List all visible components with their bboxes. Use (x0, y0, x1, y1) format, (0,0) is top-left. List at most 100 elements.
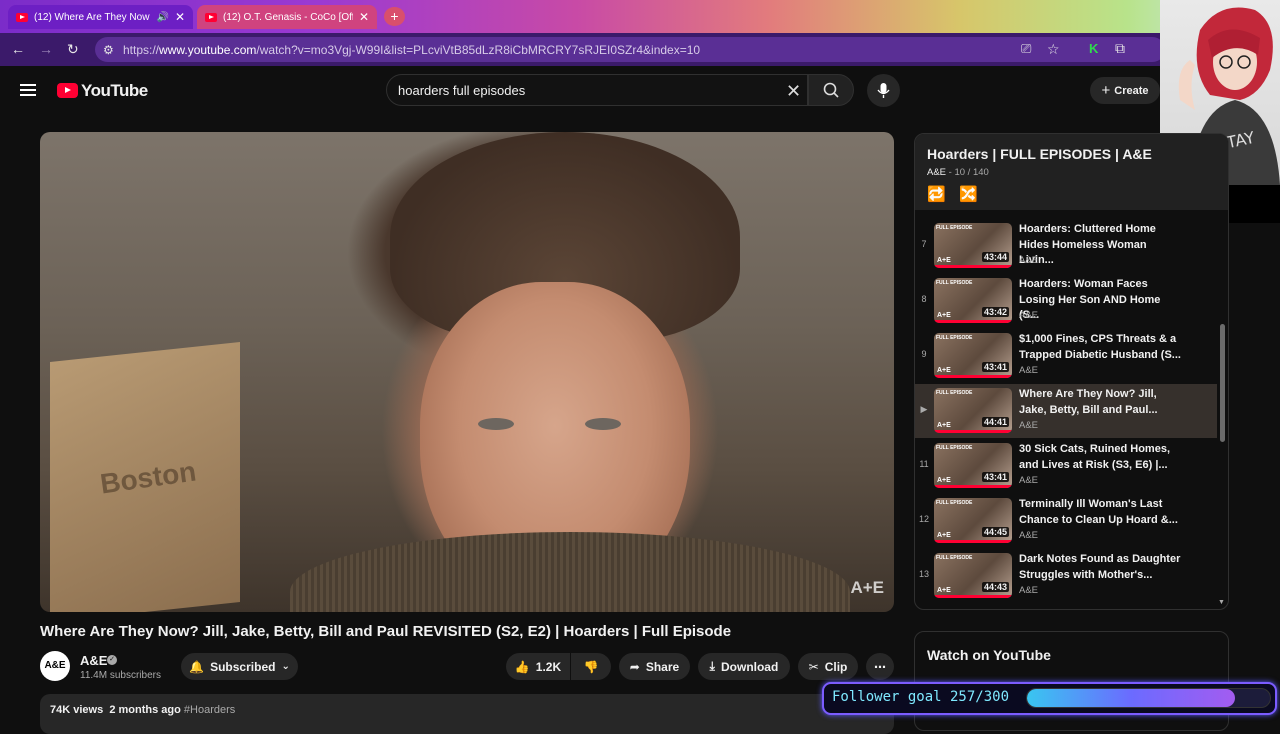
playlist-item-index: 11 (919, 459, 929, 469)
playlist-item-title[interactable]: Hoarders: Cluttered Home Hides Homeless W… (1019, 222, 1181, 269)
bell-icon: 🔔 (189, 659, 205, 674)
playlist-item-thumbnail[interactable]: FULL EPISODE A+E 44:41 (934, 388, 1012, 433)
url-scheme: https:// (123, 43, 160, 57)
playlist-item-title[interactable]: Terminally Ill Woman's Last Chance to Cle… (1019, 497, 1181, 528)
extensions-puzzle-icon[interactable]: ⧉ (1115, 40, 1125, 57)
playlist-item[interactable]: 9 FULL EPISODE A+E 43:41 $1,000 Fines, CPS T… (915, 329, 1217, 383)
playlist-item-thumbnail[interactable]: FULL EPISODE A+E 43:44 (934, 223, 1012, 268)
playlist-item-channel: A&E (1019, 420, 1039, 431)
browser-tab-active[interactable]: (12) Where Are They Now? 🔊 ✕ (8, 5, 193, 29)
playlist-scrollbar[interactable] (1220, 324, 1225, 442)
playlist-item[interactable]: 13 FULL EPISODE A+E 44:43 Dark Notes Found a… (915, 549, 1217, 603)
duration-badge: 43:41 (981, 362, 1009, 372)
address-bar[interactable]: ⚙ https://www.youtube.com/watch?v=mo3Vgj… (95, 37, 1165, 62)
hamburger-menu-icon[interactable] (20, 84, 36, 96)
voice-search-button[interactable] (867, 74, 900, 107)
playlist-item-title[interactable]: 30 Sick Cats, Ruined Homes, and Lives at … (1019, 442, 1181, 473)
tab-title: (12) Where Are They Now? (34, 11, 151, 23)
eye-right (585, 418, 621, 430)
thumbnail-ae-logo: A+E (937, 477, 951, 484)
title-line-2: and Lives at Risk (S3, E6) |... (1019, 458, 1168, 471)
follower-goal-label: Follower goal 257/300 (832, 689, 1010, 705)
channel-avatar[interactable]: A&E (40, 651, 70, 681)
title-line-1: Where Are They Now? Jill, (1019, 388, 1157, 400)
back-arrow-icon[interactable]: ← (11, 41, 25, 57)
forward-arrow-icon[interactable]: → (39, 41, 53, 57)
scroll-down-arrow-icon[interactable]: ▼ (1218, 599, 1225, 606)
playlist-item-title[interactable]: Hoarders: Woman Faces Losing Her Son AND … (1019, 277, 1181, 324)
extension-k-icon[interactable]: K (1089, 41, 1098, 56)
hashtag-link[interactable]: #Hoarders (184, 704, 235, 716)
download-label: Download (720, 659, 779, 674)
like-button[interactable]: 👍 1.2K (506, 653, 570, 680)
shuffle-icon[interactable]: 🔀 (959, 185, 978, 203)
search-input[interactable] (398, 83, 778, 98)
bookmark-star-icon[interactable]: ☆ (1047, 41, 1060, 58)
title-line-2: Losing Her Son AND Home (S... (1019, 293, 1161, 322)
youtube-logo-icon[interactable] (57, 83, 78, 98)
playlist-item[interactable]: 11 FULL EPISODE A+E 43:41 30 Sick Cats, Ruin… (915, 439, 1217, 493)
speaker-icon[interactable]: 🔊 (156, 12, 168, 23)
subscribed-button[interactable]: 🔔 Subscribed ⌄ (181, 653, 298, 680)
watched-progress-bar (934, 430, 1012, 433)
verified-check-icon: ✓ (107, 655, 117, 665)
playlist-item-thumbnail[interactable]: FULL EPISODE A+E 44:43 (934, 553, 1012, 598)
view-count: 74K views (50, 704, 104, 716)
clip-button[interactable]: ✂ Clip (798, 653, 858, 680)
follower-goal-progress-fill (1027, 689, 1236, 707)
playlist-item-index: 8 (921, 294, 927, 304)
dislike-button[interactable]: 👎 (571, 653, 611, 680)
new-tab-button[interactable]: + (384, 7, 405, 26)
search-button[interactable] (808, 74, 854, 106)
youtube-logo-text[interactable]: YouTube (81, 81, 148, 101)
title-line-2: Struggles with Mother's... (1019, 568, 1153, 581)
playlist-item-title[interactable]: Dark Notes Found as Daughter Struggles wi… (1019, 552, 1181, 583)
playlist-item-thumbnail[interactable]: FULL EPISODE A+E 43:41 (934, 443, 1012, 488)
site-info-icon[interactable]: ⚙ (103, 43, 114, 57)
create-button[interactable]: + Create (1090, 77, 1160, 104)
download-button[interactable]: ⤓ Download (698, 653, 790, 680)
playlist-item[interactable]: 7 FULL EPISODE A+E 43:44 Hoarders: Cluttered… (915, 219, 1217, 273)
title-line-2: Hides Homeless Woman Livin... (1019, 238, 1147, 267)
thumbnail-badge: FULL EPISODE (936, 335, 973, 341)
playlist-item-thumbnail[interactable]: FULL EPISODE A+E 43:41 (934, 333, 1012, 378)
title-line-1: $1,000 Fines, CPS Threats & a (1019, 333, 1177, 345)
playlist-item[interactable]: 8 FULL EPISODE A+E 43:42 Hoarders: Woman Fac… (915, 274, 1217, 328)
more-actions-button[interactable]: ⋯ (866, 653, 894, 680)
close-tab-icon[interactable]: ✕ (175, 10, 185, 24)
search-box[interactable] (386, 74, 808, 106)
eye-left (478, 418, 514, 430)
title-line-1: Hoarders: Cluttered Home (1019, 223, 1156, 235)
playlist-subtitle: A&E - 10 / 140 (927, 167, 989, 178)
playlist-item[interactable]: 12 FULL EPISODE A+E 44:45 Terminally Ill Wom… (915, 494, 1217, 548)
loop-icon[interactable]: 🔁 (927, 185, 946, 203)
playlist-channel[interactable]: A&E (927, 167, 946, 178)
playlist-item-title[interactable]: $1,000 Fines, CPS Threats & a Trapped Dia… (1019, 332, 1181, 363)
playlist-title[interactable]: Hoarders | FULL EPISODES | A&E (927, 146, 1152, 162)
browser-tab-strip: (12) Where Are They Now? 🔊 ✕ (12) O.T. G… (0, 0, 1280, 33)
browser-tab[interactable]: (12) O.T. Genasis - CoCo [Offici ✕ (197, 5, 377, 29)
playlist-item-thumbnail[interactable]: FULL EPISODE A+E 44:45 (934, 498, 1012, 543)
reload-icon[interactable]: ↻ (67, 41, 79, 58)
share-button[interactable]: ➦ Share (619, 653, 690, 680)
watched-progress-bar (934, 320, 1012, 323)
more-dots-icon: ⋯ (874, 659, 886, 674)
scissors-icon: ✂ (808, 659, 819, 674)
close-tab-icon[interactable]: ✕ (359, 10, 369, 24)
chevron-down-icon: ⌄ (281, 661, 290, 672)
subscribed-label: Subscribed (210, 659, 276, 674)
playlist-item[interactable]: ▶ FULL EPISODE A+E 44:41 Where Are They Now?… (915, 384, 1217, 438)
thumbs-up-icon: 👍 (514, 659, 530, 674)
cast-icon[interactable]: ⎚ (1021, 41, 1031, 57)
watched-progress-bar (934, 265, 1012, 268)
duration-badge: 43:42 (981, 307, 1009, 317)
upload-age: 2 months ago (109, 704, 181, 716)
playlist-item-channel: A&E (1019, 365, 1039, 376)
channel-name[interactable]: A&E (80, 653, 107, 668)
title-line-2: Trapped Diabetic Husband (S... (1019, 348, 1181, 361)
clear-search-icon[interactable]: ✕ (786, 81, 801, 102)
video-player[interactable]: Boston A+E (40, 132, 894, 612)
playlist-item-title[interactable]: Where Are They Now? Jill, Jake, Betty, Bi… (1019, 387, 1181, 418)
playlist-item-thumbnail[interactable]: FULL EPISODE A+E 43:42 (934, 278, 1012, 323)
url-text[interactable]: https://www.youtube.com/watch?v=mo3Vgj-W… (123, 43, 700, 57)
